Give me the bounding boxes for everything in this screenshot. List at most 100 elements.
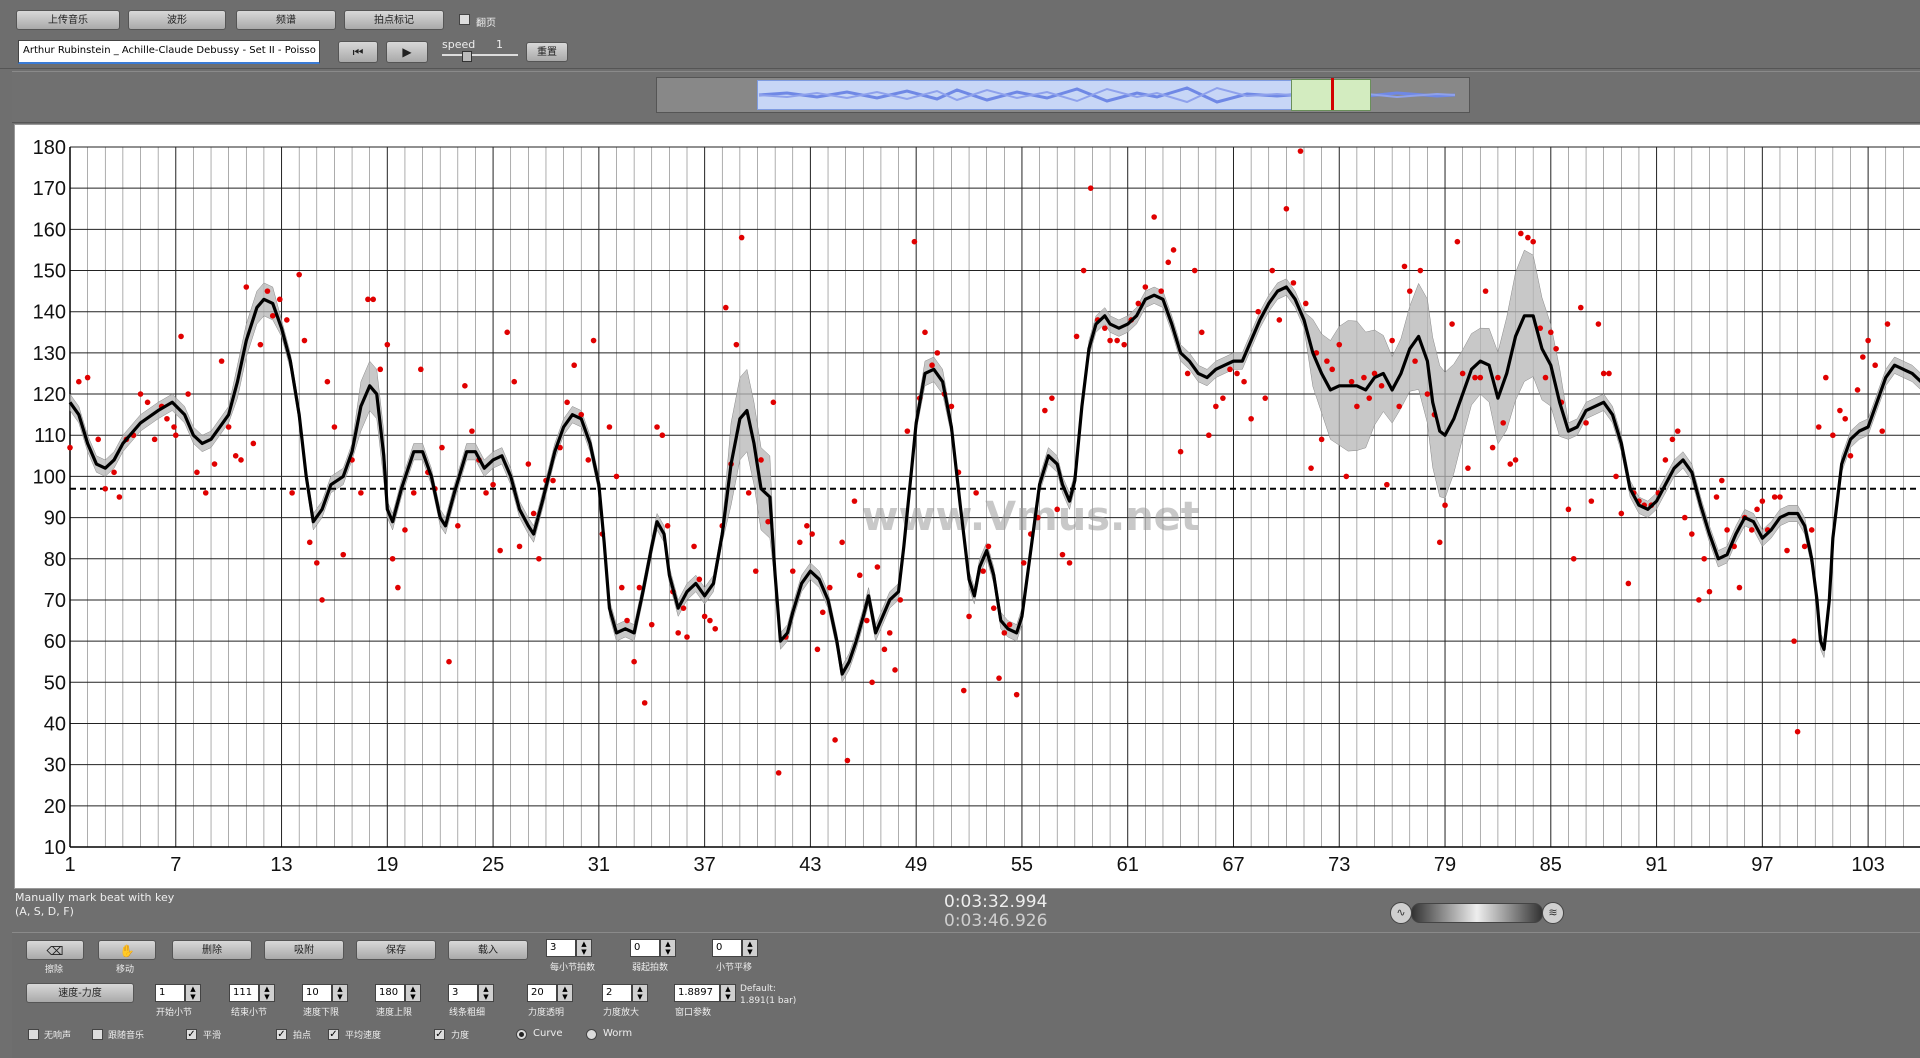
beat-point — [1080, 267, 1087, 274]
waveform-toggle-icon[interactable]: ∿ — [1390, 902, 1412, 924]
tempo-max-stepper[interactable]: ▲ ▼ — [405, 984, 421, 1002]
line-width-label: 线条粗细 — [449, 1008, 486, 1018]
beat-point — [1241, 378, 1247, 385]
beat-point — [455, 523, 461, 529]
volume-slider[interactable] — [1411, 903, 1543, 923]
beat-point — [1512, 457, 1519, 463]
beat-point — [1600, 370, 1607, 377]
load-button[interactable]: 载入 — [448, 940, 528, 960]
beat-mark-button[interactable]: 拍点标记 — [344, 10, 444, 30]
beat-point — [1158, 288, 1165, 294]
follow-music-checkbox[interactable] — [92, 1029, 103, 1040]
beat-point — [1771, 494, 1778, 500]
beat-point — [84, 374, 91, 381]
beat-point — [1389, 337, 1395, 344]
delete-button[interactable]: 删除 — [172, 940, 252, 960]
upload-music-button[interactable]: 上传音乐 — [16, 10, 120, 30]
end-bar-stepper[interactable]: ▲ ▼ — [259, 984, 275, 1002]
waveform-button[interactable]: 波形 — [128, 10, 226, 30]
tempo-chart[interactable]: 10 20 30 40 50 60 70 80 90 100 110 120 130 140 150 160 1… — [15, 125, 1920, 888]
reset-button[interactable]: 重置 — [526, 42, 568, 62]
dyn-opacity-stepper[interactable]: ▲ ▼ — [557, 984, 573, 1002]
tempo-max-label: 速度上限 — [376, 1008, 413, 1018]
beat-point — [439, 444, 445, 451]
beats-per-bar-stepper[interactable]: ▲ ▼ — [576, 939, 592, 957]
beat-point — [881, 646, 888, 653]
worm-radio[interactable] — [586, 1029, 597, 1040]
beat-point — [1220, 395, 1226, 401]
beat-point — [1177, 448, 1184, 455]
beat-point — [243, 284, 250, 290]
smooth-checkbox[interactable]: ✓ — [186, 1029, 197, 1040]
avg-tempo-checkbox[interactable]: ✓ — [328, 1029, 339, 1040]
beat-point — [1748, 527, 1755, 533]
start-bar-input[interactable]: 1 — [155, 984, 185, 1002]
beat-point — [1001, 630, 1008, 636]
skip-back-button[interactable]: ⏮ — [338, 41, 378, 63]
line-width-input[interactable]: 3 — [448, 984, 478, 1002]
beat-point — [370, 296, 377, 303]
playhead-marker[interactable] — [1331, 78, 1334, 110]
track-title-field[interactable]: Arthur Rubinstein _ Achille-Claude Debus… — [18, 40, 320, 64]
spectrum-button[interactable]: 频谱 — [236, 10, 336, 30]
tempo-chart-panel: 10 20 30 40 50 60 70 80 90 100 110 120 130 140 150 160 1… — [14, 124, 1920, 889]
beats-per-bar-label: 每小节拍数 — [550, 963, 596, 973]
dyn-scale-stepper[interactable]: ▲ ▼ — [632, 984, 648, 1002]
tempo-min-input[interactable]: 10 — [302, 984, 332, 1002]
y-tick-label: 120 — [33, 384, 66, 406]
flip-page-checkbox[interactable] — [459, 14, 470, 25]
audio-level-icon[interactable]: ≋ — [1542, 902, 1564, 924]
line-width-stepper[interactable]: ▲ ▼ — [478, 984, 494, 1002]
tempo-min-stepper[interactable]: ▲ ▼ — [332, 984, 348, 1002]
erase-button[interactable]: ⌫ — [26, 940, 84, 960]
tempo-dynamics-button[interactable]: 速度-力度 — [26, 983, 134, 1003]
beat-point — [67, 444, 73, 451]
beat-point — [1583, 420, 1589, 426]
beat-point — [897, 597, 904, 603]
y-tick-label: 90 — [44, 508, 66, 530]
speed-slider-thumb[interactable] — [462, 51, 472, 62]
beat-point — [102, 485, 109, 492]
snap-button[interactable]: 吸附 — [264, 940, 344, 960]
default-value: 1.891(1 bar) — [740, 996, 797, 1006]
beat-point — [1107, 337, 1113, 344]
beat-point — [1777, 494, 1783, 500]
dyn-opacity-label: 力度透明 — [528, 1008, 565, 1018]
beats-per-bar-input[interactable]: 3 — [546, 939, 576, 957]
bar-offset-input[interactable]: 0 — [712, 939, 742, 957]
beat-point — [1354, 403, 1360, 410]
move-button[interactable]: ✋ — [98, 940, 156, 960]
beat-point — [712, 625, 719, 632]
dynamics-checkbox[interactable]: ✓ — [434, 1029, 445, 1040]
beat-point — [151, 436, 158, 443]
beat-point — [1613, 473, 1619, 480]
move-label: 移动 — [116, 965, 135, 975]
beat-point — [1595, 321, 1602, 327]
bar-offset-stepper[interactable]: ▲ ▼ — [742, 939, 758, 957]
pickup-input[interactable]: 0 — [630, 939, 660, 957]
beat-point — [1754, 506, 1760, 513]
speed-slider[interactable] — [442, 54, 518, 56]
window-param-input[interactable]: 1.8897 — [674, 984, 720, 1002]
dyn-scale-input[interactable]: 2 — [602, 984, 632, 1002]
beat-point — [1454, 238, 1461, 245]
window-param-stepper[interactable]: ▲ ▼ — [720, 984, 736, 1002]
tempo-max-input[interactable]: 180 — [375, 984, 405, 1002]
beats-checkbox[interactable]: ✓ — [276, 1029, 287, 1040]
x-tick-label: 1 — [64, 854, 75, 876]
save-button[interactable]: 保存 — [356, 940, 436, 960]
waveform-track[interactable] — [656, 77, 1470, 113]
curve-radio[interactable] — [516, 1029, 527, 1040]
beat-point — [1324, 358, 1330, 364]
beat-point — [76, 378, 82, 385]
dyn-opacity-input[interactable]: 20 — [527, 984, 557, 1002]
beat-point — [296, 271, 302, 278]
metronome-checkbox[interactable] — [28, 1029, 39, 1040]
beat-point — [1302, 300, 1309, 307]
beat-point — [1396, 403, 1402, 410]
pickup-stepper[interactable]: ▲ ▼ — [660, 939, 676, 957]
y-tick-label: 20 — [44, 796, 66, 818]
play-button[interactable]: ▶ — [386, 41, 428, 63]
start-bar-stepper[interactable]: ▲ ▼ — [185, 984, 201, 1002]
end-bar-input[interactable]: 111 — [229, 984, 259, 1002]
